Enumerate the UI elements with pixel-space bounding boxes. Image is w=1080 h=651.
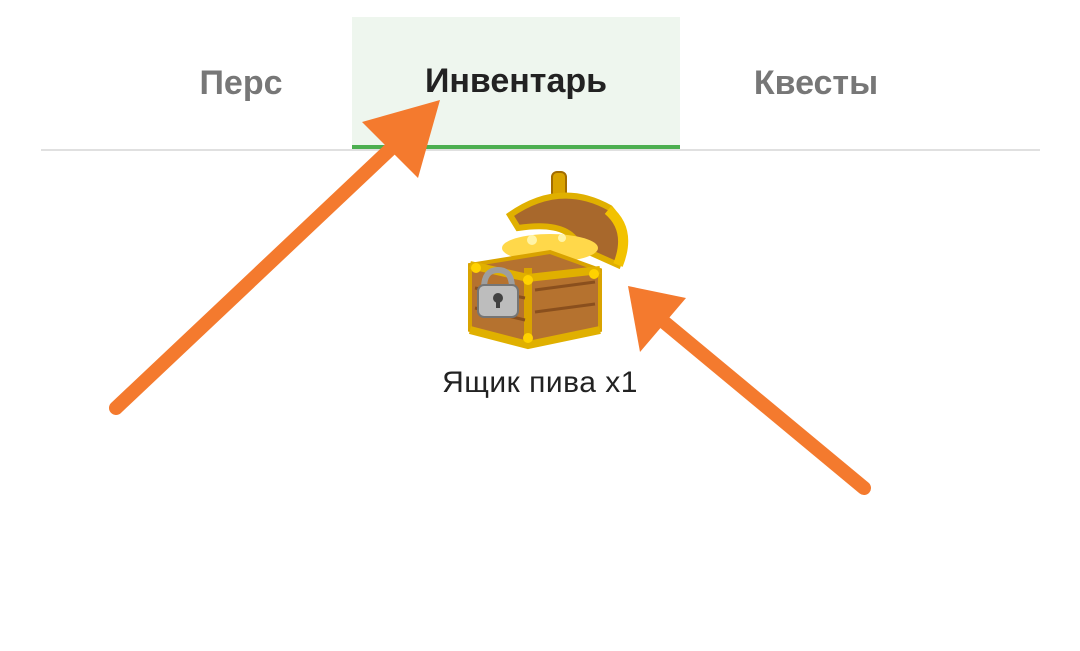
tab-pers[interactable]: Перс — [121, 17, 361, 149]
item-label: Ящик пива x1 — [442, 366, 638, 399]
tab-bar: Перс Инвентарь Квесты — [41, 17, 1040, 152]
treasure-chest-icon — [468, 171, 629, 350]
inventory-item[interactable]: Ящик пива x1 — [400, 170, 680, 420]
tab-divider — [41, 149, 1040, 151]
tab-inventory[interactable]: Инвентарь — [352, 17, 680, 149]
tab-quests[interactable]: Квесты — [681, 17, 951, 149]
